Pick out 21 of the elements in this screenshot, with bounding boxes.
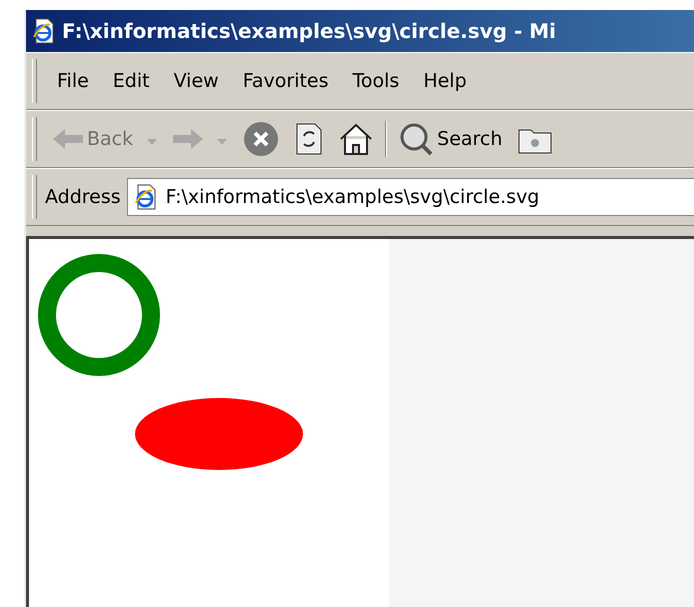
home-icon [339, 123, 374, 155]
address-label: Address [45, 186, 122, 208]
search-icon [399, 122, 434, 156]
menu-item[interactable]: File [45, 70, 101, 92]
address-field[interactable]: F:\xinformatics\examples\svg\circle.svg [126, 178, 694, 216]
menu-item[interactable]: Favorites [230, 70, 341, 92]
arrow-left-icon [53, 128, 83, 150]
menu-item[interactable]: Help [411, 70, 479, 92]
stop-icon [243, 121, 280, 157]
page-icon [134, 184, 158, 210]
caret-icon [217, 139, 228, 145]
page-icon [32, 18, 56, 44]
refresh-icon [295, 122, 324, 156]
address-text: F:\xinformatics\examples\svg\circle.svg [166, 186, 540, 208]
window-title: F:\xinformatics\examples\svg\circle.svg - Mi [62, 19, 556, 43]
menu-item[interactable]: Edit [100, 70, 162, 92]
search-button[interactable]: Search [391, 117, 510, 161]
arrow-right-icon [173, 128, 204, 150]
menu-item[interactable]: Tools [340, 70, 412, 92]
menu-item[interactable]: View [162, 70, 231, 92]
caret-icon [147, 139, 158, 145]
